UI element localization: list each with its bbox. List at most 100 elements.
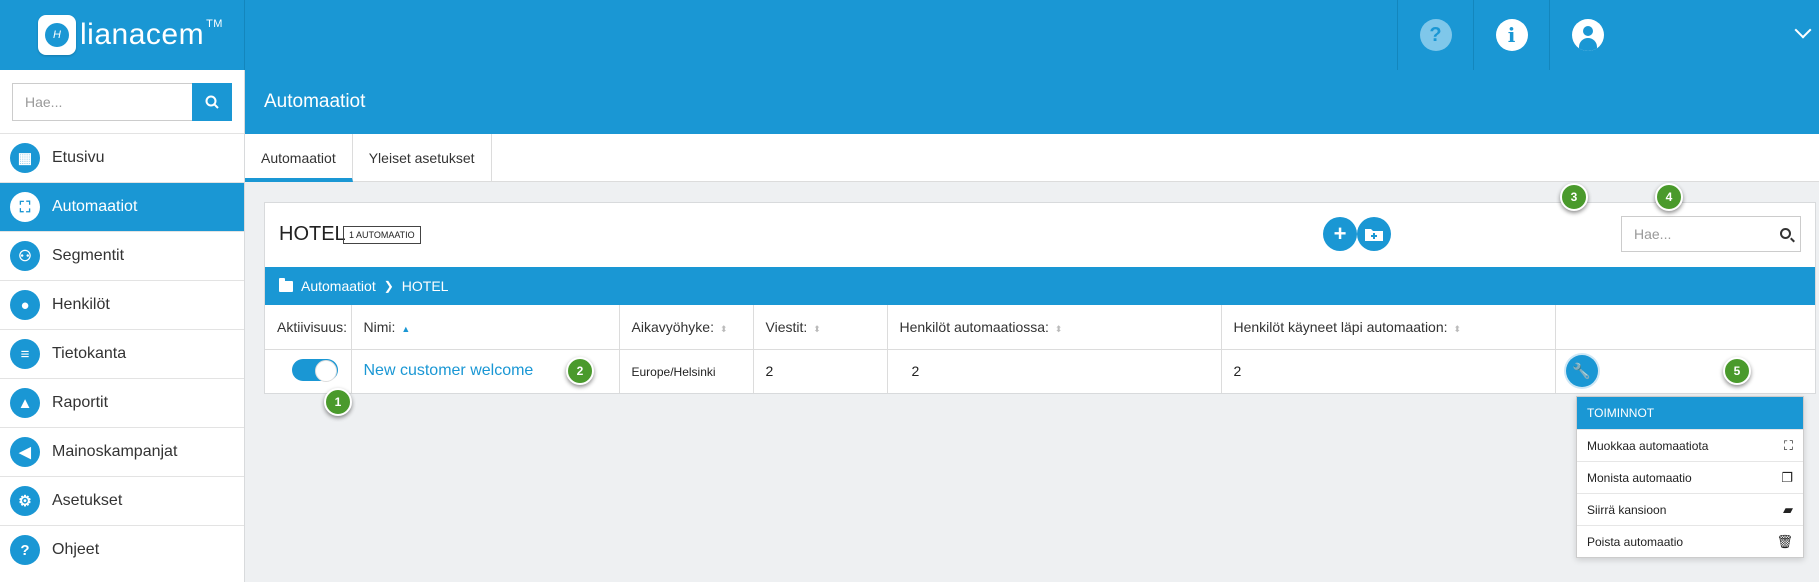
hierarchy-icon: ⛶ [10,192,40,222]
table-row: New customer welcome Europe/Helsinki 2 2… [265,349,1815,393]
add-automation-button[interactable]: + [1323,217,1357,251]
sidebar-item-label: Raportit [52,394,109,411]
sidebar-item-raportit[interactable]: ▲ Raportit [0,378,244,427]
automation-name-link[interactable]: New customer welcome [364,362,534,379]
menu-item-label: Muokkaa automaatiota [1587,438,1709,453]
tab-automaatiot[interactable]: Automaatiot [245,134,353,182]
in-automation-cell: 2 [887,349,1222,393]
sidebar-item-asetukset[interactable]: ⚙ Asetukset [0,476,244,525]
logo[interactable]: H lianacem TM [0,0,245,70]
sidebar-item-segmentit[interactable]: ⚇ Segmentit [0,231,244,280]
trash-icon: 🗑 [1776,533,1793,549]
column-header-passed[interactable]: Henkilöt käyneet läpi automaation: ⬍ [1221,305,1556,350]
info-button[interactable]: i [1473,0,1549,70]
user-icon: ● [10,290,40,320]
menu-item-poista-automaatio[interactable]: Poista automaatio 🗑 [1577,525,1803,557]
logo-mark-icon: H [38,15,76,55]
question-icon: ? [10,535,40,565]
column-header-timezone[interactable]: Aikavyöhyke: ⬍ [619,305,754,350]
tab-yleiset-asetukset[interactable]: Yleiset asetukset [353,134,492,182]
breadcrumb-current: HOTEL [401,278,449,294]
chevron-down-icon [1794,21,1812,39]
actions-cell: 🔧 [1555,349,1815,393]
search-icon [1780,228,1791,239]
folder-plus-icon [1365,229,1383,241]
sidebar-item-etusivu[interactable]: ▦ Etusivu [0,133,244,182]
messages-cell: 2 [753,349,888,393]
step-marker: 3 [1560,183,1588,211]
users-icon: ⚇ [10,241,40,271]
search-icon [205,95,219,109]
step-marker: 4 [1655,183,1683,211]
copy-icon: ❐ [1781,469,1793,485]
column-header-actions [1555,305,1815,350]
actions-button[interactable]: 🔧 [1565,355,1598,388]
actions-dropdown-title: TOIMINNOT [1577,397,1803,429]
timezone-cell: Europe/Helsinki [619,349,754,393]
logo-text: lianacem TM [80,18,223,51]
question-icon: ? [1419,19,1452,51]
menu-item-muokkaa-automaatiota[interactable]: Muokkaa automaatiota ⛶ [1577,429,1803,461]
sidebar-item-automaatiot[interactable]: ⛶ Automaatiot [0,182,244,231]
tab-bar: Automaatiot Yleiset asetukset [245,134,1819,182]
passed-cell: 2 [1221,349,1556,393]
panel-search-placeholder: Hae... [1634,226,1672,242]
chart-icon: ▲ [10,388,40,418]
sort-icon: ⬍ [719,323,728,334]
chevron-right-icon: ❯ [383,279,394,293]
sidebar-item-label: Henkilöt [52,296,110,313]
sidebar-item-ohjeet[interactable]: ? Ohjeet [0,525,244,574]
sidebar-search-input[interactable]: Hae... [12,83,192,121]
breadcrumb-root[interactable]: Automaatiot [301,278,376,294]
sidebar-item-henkil-t[interactable]: ● Henkilöt [0,280,244,329]
menu-item-label: Monista automaatio [1587,470,1692,485]
sidebar-item-label: Mainoskampanjat [52,443,178,460]
sidebar-search: Hae... [0,70,244,133]
megaphone-icon: ◀ [10,437,40,467]
sort-icon: ⬍ [1054,323,1063,334]
hierarchy-icon: ⛶ [1783,437,1793,453]
menu-item-monista-automaatio[interactable]: Monista automaatio ❐ [1577,461,1803,493]
info-icon: i [1495,19,1528,51]
wrench-icon: 🔧 [1572,363,1591,381]
user-menu-button[interactable] [1549,0,1819,70]
active-toggle[interactable] [292,358,338,382]
column-header-name[interactable]: Nimi: ▲ [351,305,620,350]
menu-item-label: Siirrä kansioon [1587,502,1667,517]
breadcrumb: Automaatiot ❯ HOTEL [265,267,1815,305]
sidebar-item-label: Etusivu [52,149,105,166]
count-badge: 1 AUTOMAATIO [343,226,421,244]
actions-dropdown: TOIMINNOT Muokkaa automaatiota ⛶ Monista a… [1576,396,1804,558]
sidebar-item-label: Asetukset [52,492,123,509]
sidebar-item-label: Tietokanta [52,345,127,362]
panel-search-input[interactable]: Hae... [1621,216,1801,252]
column-header-in-automation[interactable]: Henkilöt automaatiossa: ⬍ [887,305,1222,350]
sidebar-item-label: Segmentit [52,247,125,264]
avatar-icon [1572,19,1604,51]
sidebar-search-button[interactable] [192,83,232,121]
add-folder-button[interactable] [1357,217,1391,251]
active-cell [265,349,352,393]
help-button[interactable]: ? [1397,0,1473,70]
menu-item-siirr-kansioon[interactable]: Siirrä kansioon ▰ [1577,493,1803,525]
plus-icon: + [1333,221,1347,246]
dashboard-icon: ▦ [10,143,40,173]
column-header-messages[interactable]: Viestit: ⬍ [753,305,888,350]
automation-table: Aktiivisuus: Nimi: ▲ Aikavyöhyke: ⬍ Viesti… [265,305,1815,393]
step-marker: 2 [566,357,594,385]
sort-icon: ⬍ [813,323,821,334]
sidebar-item-mainoskampanjat[interactable]: ◀ Mainoskampanjat [0,427,244,476]
sort-asc-icon: ▲ [401,323,411,334]
folder-title: HOTEL [279,223,346,245]
database-icon: ≡ [10,339,40,369]
page-title: Automaatiot [245,70,1819,134]
column-header-active: Aktiivisuus: [265,305,352,350]
sidebar-item-label: Automaatiot [52,198,138,215]
sidebar-item-label: Ohjeet [52,541,100,558]
sidebar-item-tietokanta[interactable]: ≡ Tietokanta [0,329,244,378]
folder-icon [279,277,293,292]
menu-item-label: Poista automaatio [1587,534,1684,549]
gears-icon: ⚙ [10,486,40,516]
step-marker: 5 [1723,357,1751,385]
step-marker: 1 [324,388,352,416]
